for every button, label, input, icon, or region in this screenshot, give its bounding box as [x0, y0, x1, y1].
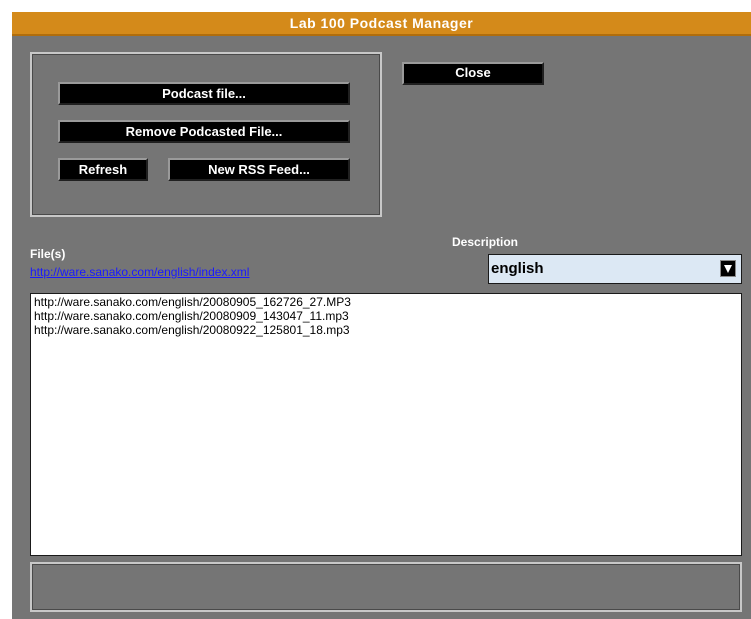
description-select[interactable]: english	[488, 254, 742, 284]
chevron-down-icon[interactable]	[720, 260, 736, 277]
file-list[interactable]: http://ware.sanako.com/english/20080905_…	[30, 293, 742, 556]
rss-feed-link[interactable]: http://ware.sanako.com/english/index.xml	[30, 265, 249, 279]
refresh-button[interactable]: Refresh	[58, 158, 148, 181]
list-item[interactable]: http://ware.sanako.com/english/20080905_…	[34, 295, 738, 309]
podcast-file-button[interactable]: Podcast file...	[58, 82, 350, 105]
remove-podcasted-file-button[interactable]: Remove Podcasted File...	[58, 120, 350, 143]
window-title: Lab 100 Podcast Manager	[12, 12, 751, 36]
list-item[interactable]: http://ware.sanako.com/english/20080922_…	[34, 323, 738, 337]
close-button[interactable]: Close	[402, 62, 544, 85]
list-item[interactable]: http://ware.sanako.com/english/20080909_…	[34, 309, 738, 323]
new-rss-feed-button[interactable]: New RSS Feed...	[168, 158, 350, 181]
files-label: File(s)	[30, 247, 66, 261]
description-label: Description	[452, 235, 519, 249]
podcast-manager-window: Lab 100 Podcast Manager Podcast file... …	[0, 0, 751, 619]
description-select-value: english	[491, 260, 544, 277]
status-box	[30, 562, 742, 612]
main-panel: Podcast file... Remove Podcasted File...…	[12, 36, 751, 619]
